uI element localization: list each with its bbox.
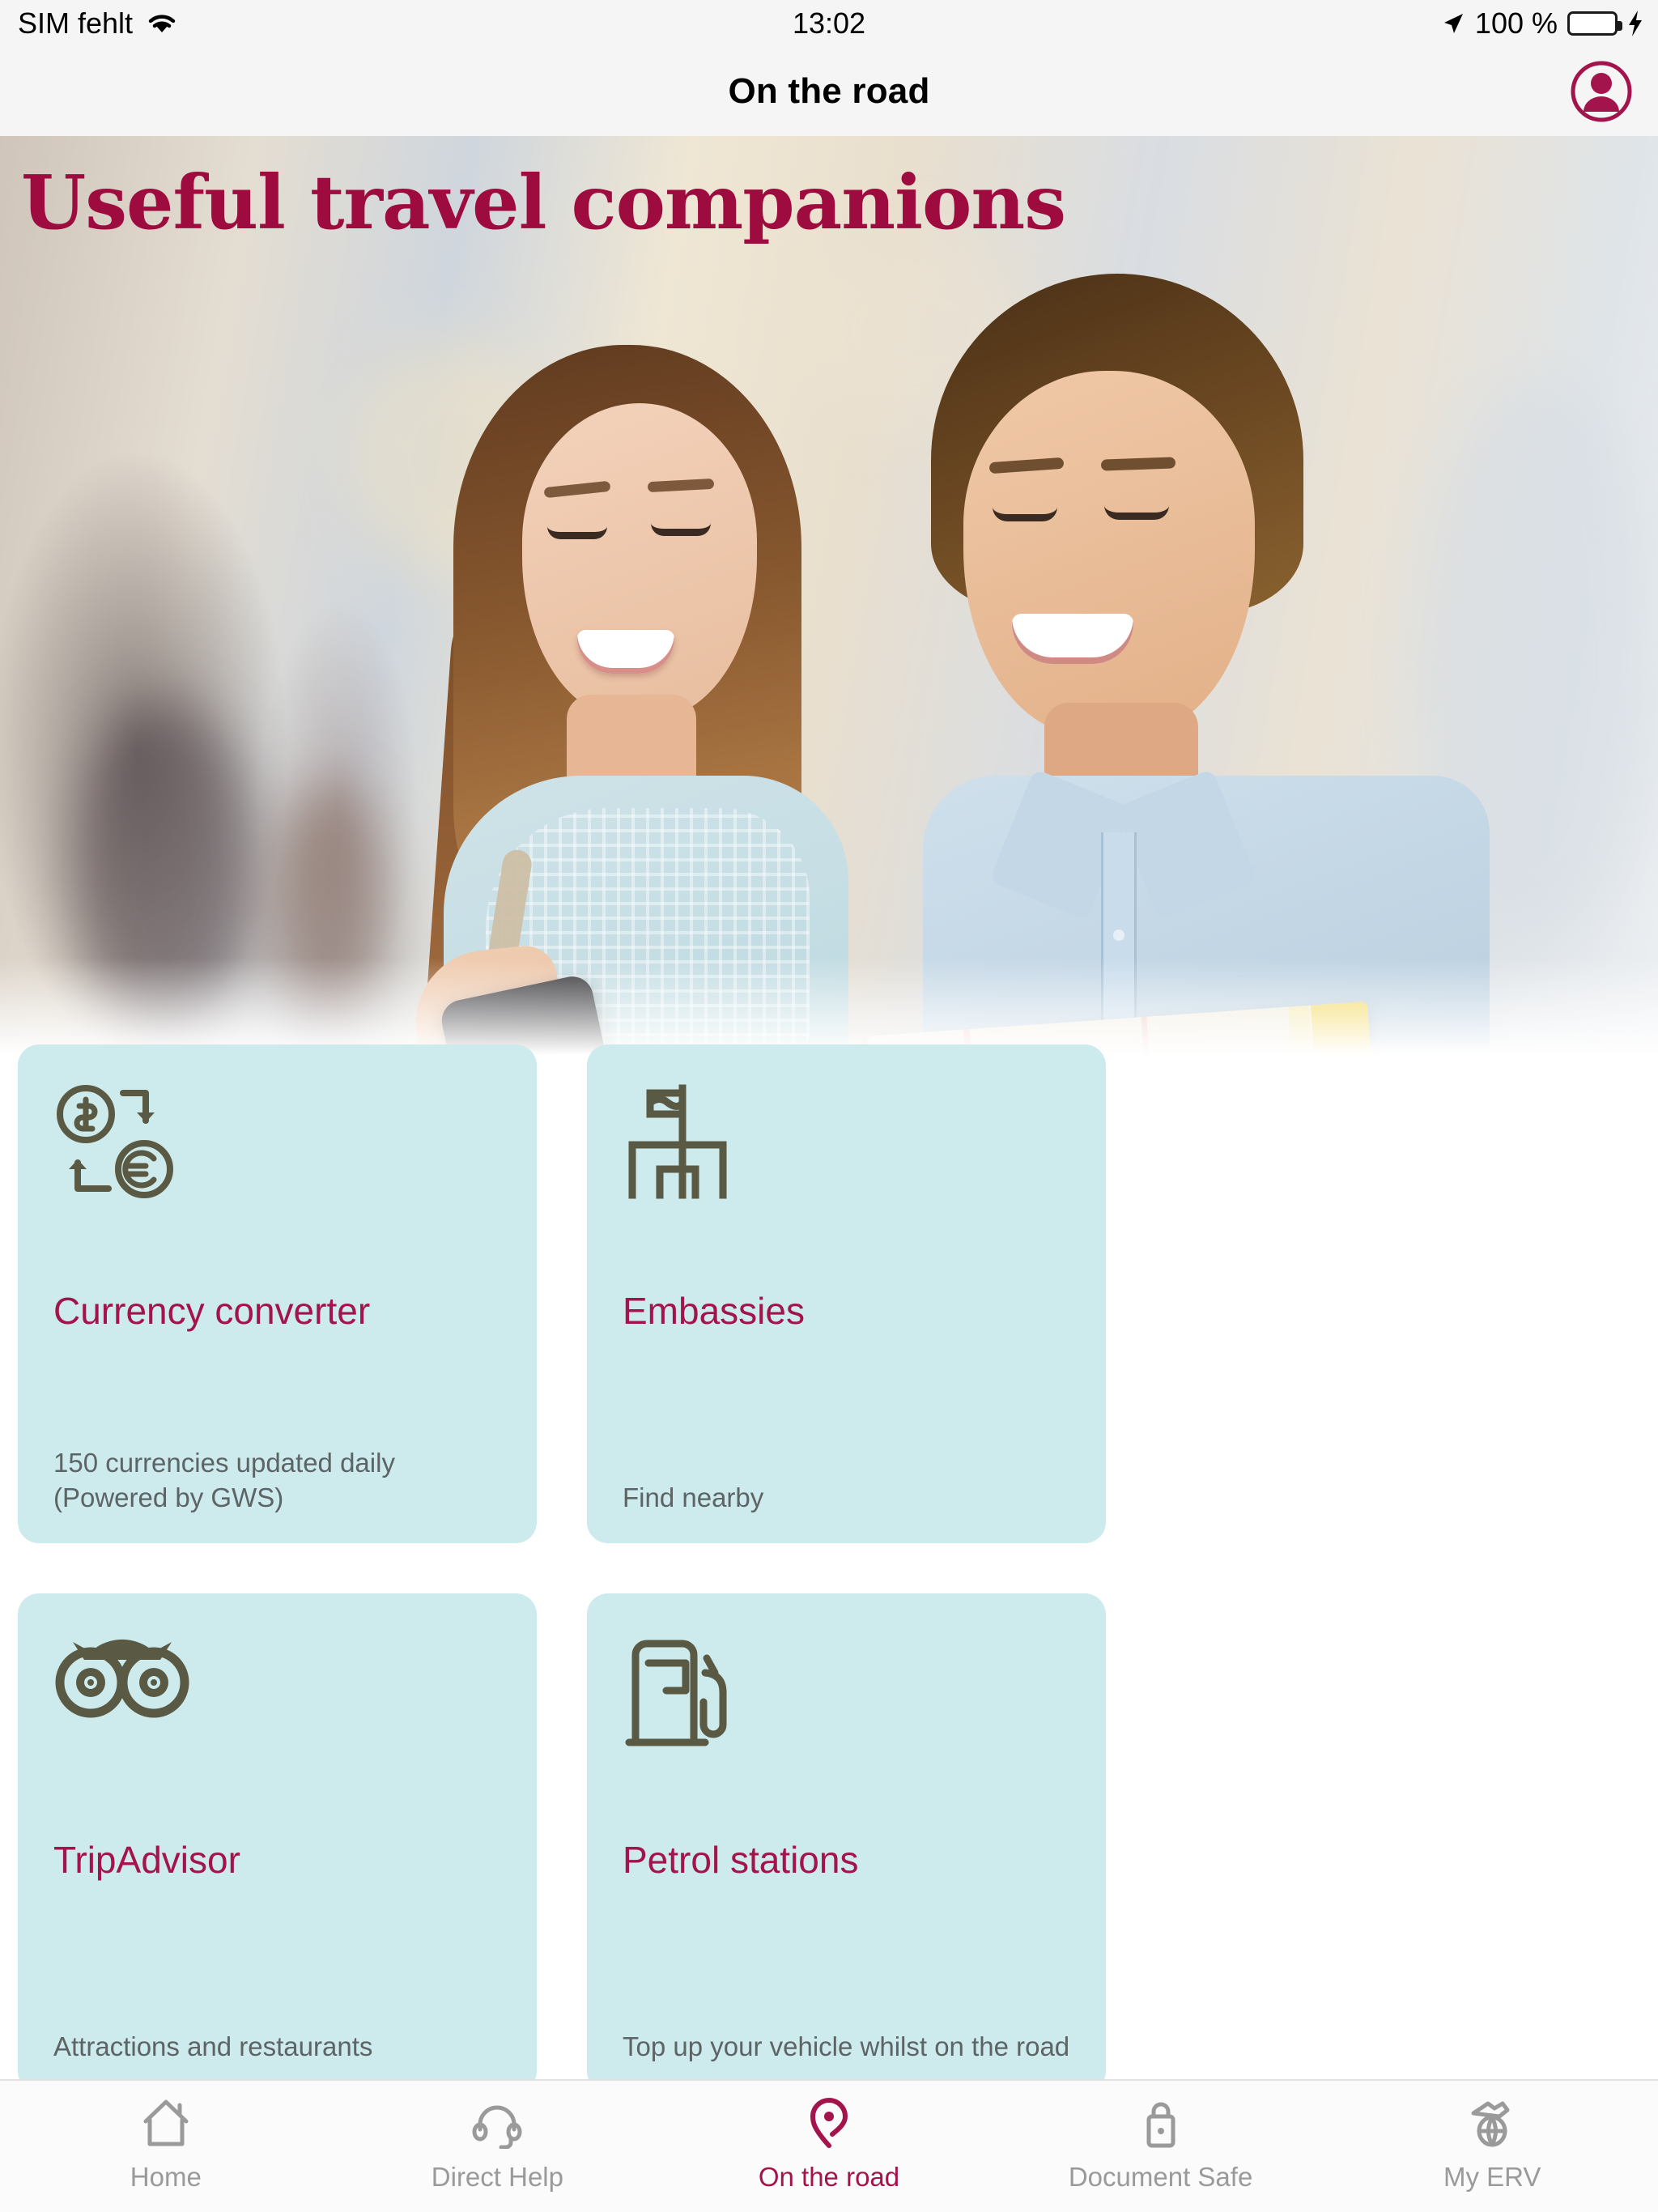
tab-my-erv[interactable]: My ERV: [1326, 2097, 1658, 2193]
hero-banner: Useful travel companions: [0, 136, 1658, 1055]
tab-label: My ERV: [1443, 2162, 1541, 2192]
hero-photo: [0, 136, 1658, 1055]
battery-percent-label: 100 %: [1474, 6, 1558, 40]
card-title: Embassies: [623, 1290, 805, 1332]
tripadvisor-owl-icon: [53, 1631, 501, 1744]
tab-on-the-road[interactable]: On the road: [663, 2097, 995, 2193]
map-pin-icon: [802, 2097, 856, 2149]
battery-full-icon: [1567, 11, 1622, 36]
currency-exchange-icon: [53, 1082, 501, 1198]
card-petrol-stations[interactable]: Petrol stations Top up your vehicle whil…: [587, 1593, 1106, 2092]
card-subtitle: Attractions and restaurants: [53, 2031, 373, 2062]
card-title: TripAdvisor: [53, 1839, 240, 1881]
card-subtitle: Find nearby: [623, 1482, 764, 1513]
tab-label: On the road: [758, 2162, 900, 2192]
card-title: Currency converter: [53, 1290, 371, 1332]
page-title: On the road: [728, 71, 930, 111]
padlock-open-icon: [1134, 2097, 1188, 2149]
status-bar-clock: 13:02: [792, 6, 866, 40]
card-currency-converter[interactable]: Currency converter 150 currencies update…: [18, 1044, 537, 1543]
embassy-building-flag-icon: [623, 1082, 1070, 1199]
headset-icon: [470, 2097, 524, 2149]
tab-document-safe[interactable]: Document Safe: [995, 2097, 1327, 2193]
petrol-pump-icon: [623, 1631, 1070, 1746]
status-bar: SIM fehlt 13:02 100 %: [0, 0, 1658, 47]
profile-avatar-icon[interactable]: [1569, 59, 1634, 124]
tab-label: Direct Help: [431, 2162, 563, 2192]
app-screen: SIM fehlt 13:02 100 % On the road Useful…: [0, 0, 1658, 2212]
home-icon: [139, 2097, 193, 2149]
location-arrow-icon: [1441, 11, 1465, 36]
card-subtitle: Top up your vehicle whilst on the road: [623, 2031, 1070, 2062]
hand-globe-icon: [1465, 2097, 1519, 2149]
hero-title: Useful travel companions: [21, 159, 1066, 246]
lightning-bolt-icon: [1627, 11, 1643, 36]
tab-label: Home: [130, 2162, 202, 2192]
card-subtitle: 150 currencies updated daily (Powered by…: [53, 1447, 395, 1513]
bottom-tab-bar: Home Direct Help On the road Document Sa…: [0, 2079, 1658, 2212]
tab-label: Document Safe: [1068, 2162, 1253, 2192]
tab-direct-help[interactable]: Direct Help: [332, 2097, 664, 2193]
app-bar: On the road: [0, 47, 1658, 136]
service-card-grid: Currency converter 150 currencies update…: [0, 1044, 1658, 2212]
card-embassies[interactable]: Embassies Find nearby: [587, 1044, 1106, 1543]
card-title: Petrol stations: [623, 1839, 859, 1881]
status-bar-right: 100 %: [1441, 6, 1643, 40]
card-tripadvisor[interactable]: TripAdvisor Attractions and restaurants: [18, 1593, 537, 2092]
tab-home[interactable]: Home: [0, 2097, 332, 2193]
